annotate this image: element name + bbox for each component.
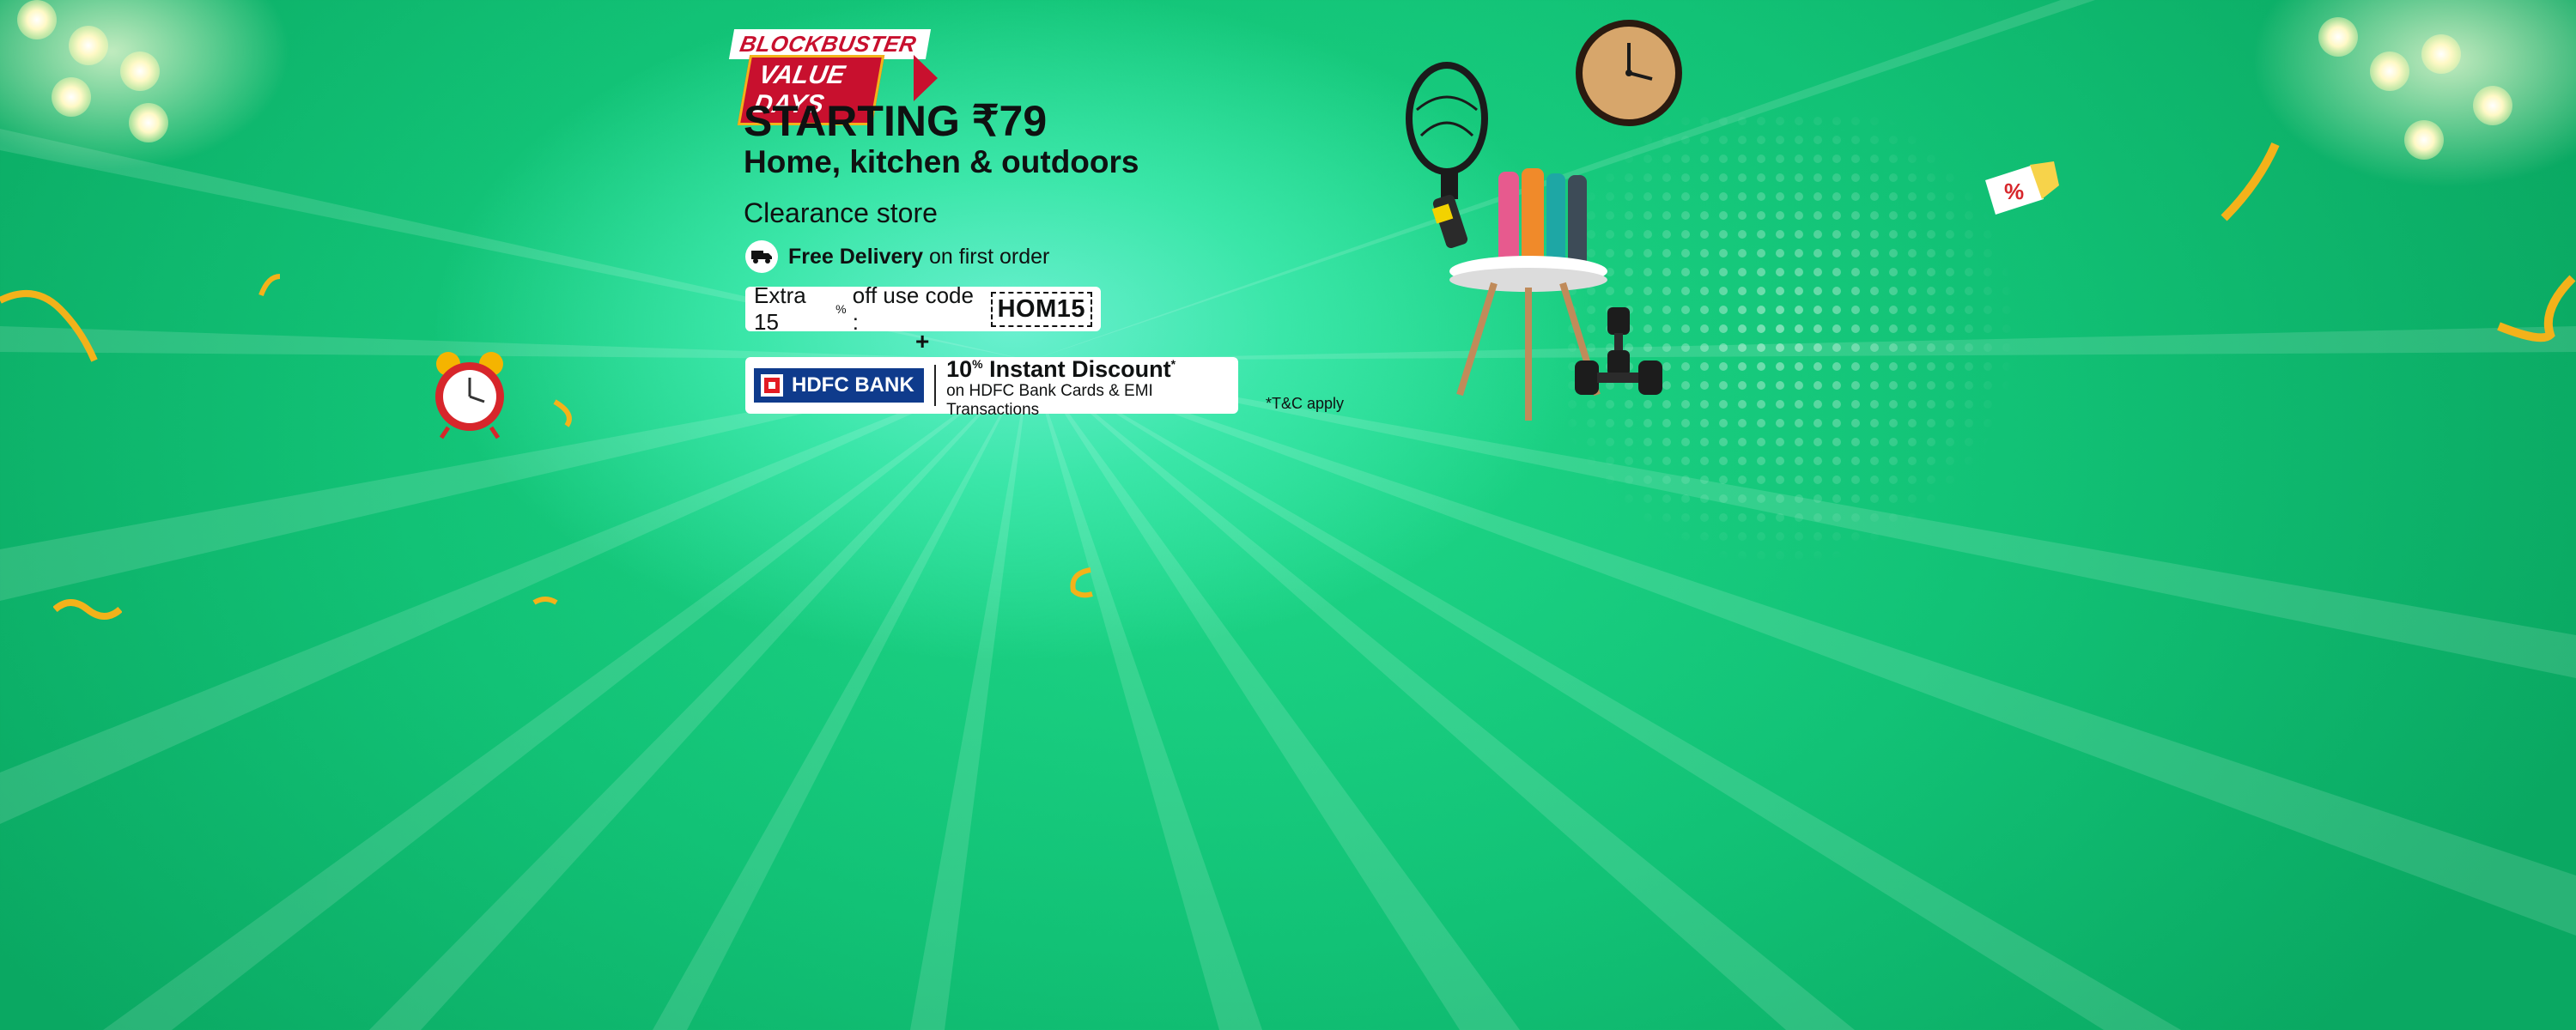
truck-icon bbox=[745, 240, 778, 273]
confetti bbox=[532, 597, 558, 605]
confetti bbox=[53, 599, 122, 620]
light-bulb bbox=[52, 77, 91, 117]
confetti bbox=[553, 399, 572, 427]
confetti bbox=[1070, 567, 1093, 598]
coupon-box: Extra 15% off use code : HOM15 bbox=[745, 282, 1101, 335]
discount-label: Instant Discount bbox=[989, 356, 1171, 382]
light-bulb bbox=[17, 0, 57, 39]
discount-value: 10 bbox=[946, 356, 973, 382]
coupon-prefix: Extra 15 bbox=[754, 282, 806, 335]
light-bulb bbox=[69, 26, 108, 65]
starting-price: STARTING ₹79 bbox=[744, 97, 1048, 145]
divider bbox=[934, 365, 937, 406]
discount-percent: % bbox=[972, 357, 983, 371]
free-delivery-label: Free Delivery bbox=[788, 244, 924, 269]
hdfc-logo: HDFC BANK bbox=[754, 368, 925, 403]
instant-discount-title: 10% Instant Discount* bbox=[946, 351, 1230, 382]
background-rays bbox=[0, 0, 2576, 1030]
hdfc-bank-name: HDFC BANK bbox=[792, 373, 914, 397]
light-bulb bbox=[2404, 120, 2444, 160]
coupon-code: HOM15 bbox=[990, 291, 1092, 327]
wall-clock-icon bbox=[1576, 20, 1682, 126]
coupon-percent: % bbox=[835, 302, 847, 316]
light-bulb bbox=[2421, 34, 2461, 74]
discount-tag-icon: % bbox=[1985, 161, 2059, 215]
discount-details: on HDFC Bank Cards & EMI Transactions bbox=[946, 382, 1153, 419]
terms-note: *T&C apply bbox=[1266, 395, 1345, 412]
light-bulb bbox=[120, 52, 160, 91]
free-delivery-condition: on first order bbox=[929, 244, 1050, 269]
light-bulb bbox=[2473, 86, 2512, 125]
confetti bbox=[258, 274, 281, 297]
store-name: Clearance store bbox=[744, 197, 938, 228]
light-bulb bbox=[2318, 17, 2358, 57]
svg-text:%: % bbox=[2004, 179, 2024, 204]
hdfc-mark-icon bbox=[761, 374, 783, 397]
confetti bbox=[2497, 275, 2576, 342]
light-bulb bbox=[2370, 52, 2409, 91]
discount-asterisk: * bbox=[1170, 357, 1176, 371]
dumbbell-icon bbox=[1575, 307, 1662, 395]
light-bulb bbox=[129, 103, 168, 142]
alarm-clock-icon bbox=[435, 352, 504, 439]
free-delivery-note: Free Delivery on first order bbox=[745, 240, 1049, 273]
badge-arrow bbox=[914, 55, 938, 101]
confetti bbox=[2221, 142, 2280, 221]
hdfc-offer-box: HDFC BANK 10% Instant Discount* on HDFC … bbox=[745, 356, 1238, 419]
plus-sign: + bbox=[915, 328, 930, 354]
category-subtitle: Home, kitchen & outdoors bbox=[744, 144, 1139, 179]
confetti bbox=[0, 290, 98, 362]
